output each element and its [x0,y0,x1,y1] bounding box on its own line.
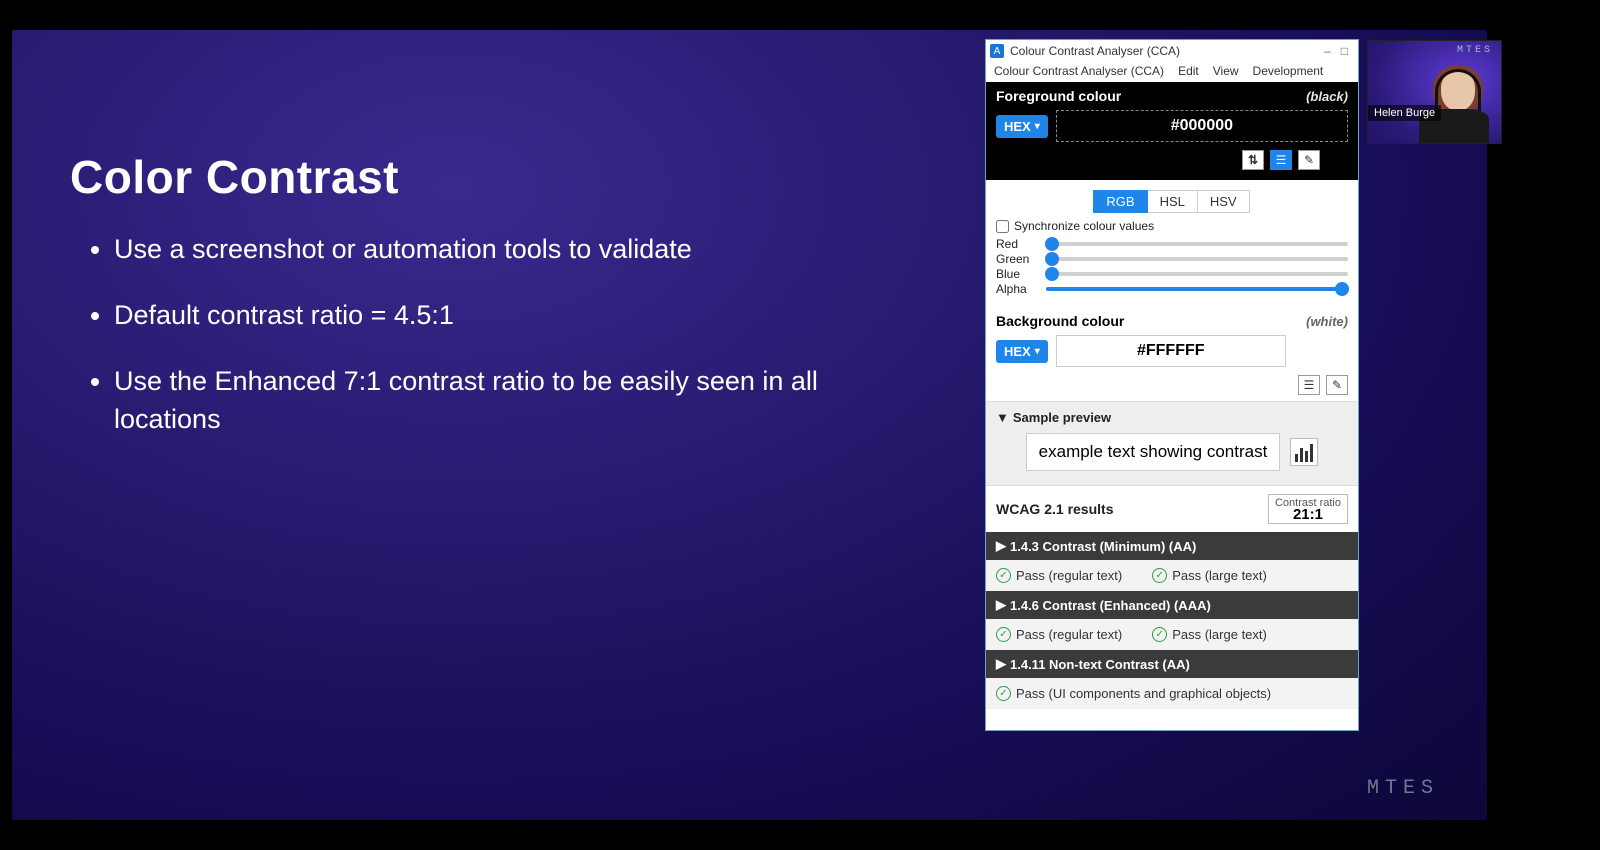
menu-item-app[interactable]: Colour Contrast Analyser (CCA) [994,64,1164,78]
webcam-brand: MTES [1457,45,1493,56]
foreground-section: Foreground colour (black) HEX ▾ #000000 … [986,82,1358,180]
chevron-down-icon: ▾ [1035,346,1040,357]
criterion-passes: ✓ Pass (UI components and graphical objec… [986,678,1358,709]
eyedropper-icon[interactable]: ✎ [1326,375,1348,395]
fg-format-dropdown[interactable]: HEX ▾ [996,115,1048,138]
swap-icon[interactable]: ⇅ [1242,150,1264,170]
background-label: Background colour [996,313,1124,329]
fg-toolbar: ⇅ ☰ ✎ [996,150,1348,170]
slider-label-green: Green [996,252,1038,266]
window-title: Colour Contrast Analyser (CCA) [1010,44,1180,58]
pass-label: Pass (regular text) [1016,568,1122,583]
bg-hex-input[interactable]: #FFFFFF [1056,335,1286,367]
slider-blue[interactable] [1046,272,1348,276]
slide-bullet: Use the Enhanced 7:1 contrast ratio to b… [114,362,864,438]
eyedropper-icon[interactable]: ✎ [1298,150,1320,170]
fg-format-label: HEX [1004,119,1031,134]
pass-icon: ✓ [1152,568,1167,583]
criterion-title: 1.4.3 Contrast (Minimum) (AA) [1010,539,1196,554]
pass-label: Pass (large text) [1172,568,1267,583]
criterion-passes: ✓ Pass (regular text) ✓ Pass (large text) [986,619,1358,650]
sample-preview: ▼ Sample preview example text showing co… [986,401,1358,485]
wcag-criterion[interactable]: ▶ 1.4.3 Contrast (Minimum) (AA) [986,532,1358,560]
window-minimize-button[interactable]: – [1324,44,1331,58]
pass-icon: ✓ [996,568,1011,583]
menu-item-edit[interactable]: Edit [1178,64,1199,78]
presenter-name: Helen Burge [1368,105,1441,121]
slider-red[interactable] [1046,242,1348,246]
pass-label: Pass (regular text) [1016,627,1122,642]
foreground-label: Foreground colour [996,88,1121,104]
sample-collapser[interactable]: ▼ Sample preview [996,410,1348,425]
ratio-value: 21:1 [1275,509,1341,521]
menu-item-dev[interactable]: Development [1253,64,1324,78]
slider-label-alpha: Alpha [996,282,1038,296]
titlebar[interactable]: A Colour Contrast Analyser (CCA) – □ [986,40,1358,62]
bg-format-label: HEX [1004,344,1031,359]
criterion-passes: ✓ Pass (regular text) ✓ Pass (large text) [986,560,1358,591]
fg-hex-input[interactable]: #000000 [1056,110,1348,142]
video-frame: Color Contrast Use a screenshot or autom… [0,0,1600,850]
tab-hsv[interactable]: HSV [1197,190,1250,213]
slide-bullet: Default contrast ratio = 4.5:1 [114,296,864,334]
colour-model-tabs: RGB HSL HSV [986,180,1358,215]
sync-label: Synchronize colour values [1014,219,1154,233]
slider-label-blue: Blue [996,267,1038,281]
webcam-overlay: MTES Helen Burge [1367,40,1502,144]
background-hint: (white) [1306,314,1348,329]
sliders-panel: Synchronize colour values Red Green Blue… [986,215,1358,305]
chart-icon[interactable] [1290,438,1318,466]
pass-label: Pass (UI components and graphical object… [1016,686,1271,701]
background-section: Background colour (white) HEX ▾ #FFFFFF … [986,305,1358,401]
sliders-icon[interactable]: ☰ [1298,375,1320,395]
slider-green[interactable] [1046,257,1348,261]
contrast-ratio-badge: Contrast ratio 21:1 [1268,494,1348,524]
expand-icon[interactable] [1326,150,1348,170]
slide-title: Color Contrast [70,150,399,204]
chevron-down-icon: ▾ [1035,121,1040,132]
wcag-criterion[interactable]: ▶ 1.4.11 Non-text Contrast (AA) [986,650,1358,678]
foreground-hint: (black) [1306,89,1348,104]
pass-icon: ✓ [996,627,1011,642]
wcag-criterion[interactable]: ▶ 1.4.6 Contrast (Enhanced) (AAA) [986,591,1358,619]
menubar: Colour Contrast Analyser (CCA) Edit View… [986,62,1358,82]
pass-icon: ✓ [996,686,1011,701]
sliders-icon[interactable]: ☰ [1270,150,1292,170]
pass-icon: ✓ [1152,627,1167,642]
sync-checkbox[interactable] [996,220,1009,233]
pass-label: Pass (large text) [1172,627,1267,642]
menu-item-view[interactable]: View [1213,64,1239,78]
presenter-avatar [1417,65,1495,143]
brand-mark: MTES [1367,777,1439,800]
slide-bullets: Use a screenshot or automation tools to … [84,230,864,466]
tab-rgb[interactable]: RGB [1093,190,1147,213]
slide-bullet: Use a screenshot or automation tools to … [114,230,864,268]
tab-hsl[interactable]: HSL [1147,190,1198,213]
app-icon: A [990,44,1004,58]
window-maximize-button[interactable]: □ [1341,44,1348,58]
bg-toolbar: ☰ ✎ [996,375,1348,395]
wcag-header: WCAG 2.1 results Contrast ratio 21:1 [986,485,1358,532]
bg-format-dropdown[interactable]: HEX ▾ [996,340,1048,363]
wcag-title: WCAG 2.1 results [996,501,1113,517]
sample-title: Sample preview [1013,410,1111,425]
slider-label-red: Red [996,237,1038,251]
sample-text: example text showing contrast [1026,433,1281,471]
cca-window: A Colour Contrast Analyser (CCA) – □ Col… [986,40,1358,730]
criterion-title: 1.4.6 Contrast (Enhanced) (AAA) [1010,598,1211,613]
criterion-title: 1.4.11 Non-text Contrast (AA) [1010,657,1190,672]
slider-alpha[interactable] [1046,287,1348,291]
